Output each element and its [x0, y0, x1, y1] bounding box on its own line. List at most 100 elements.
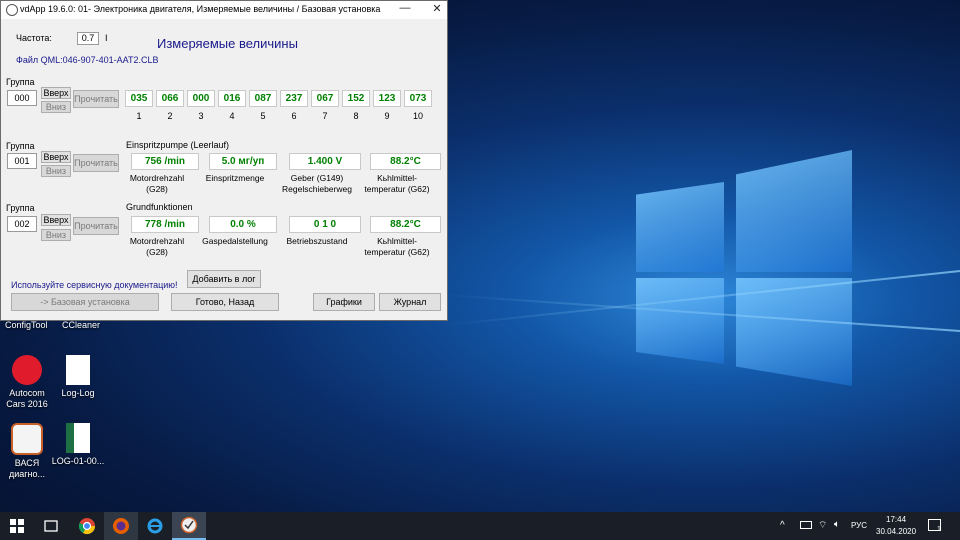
value-index: 1 [136, 111, 142, 121]
group-title: Einspritzpumpe (Leerlauf) [126, 140, 230, 150]
group-up-button[interactable]: Вверх [41, 214, 71, 226]
group-down-button[interactable]: Вниз [41, 229, 71, 241]
value-caption: Gaspedalstellung [202, 236, 268, 246]
measured-value: 087 [249, 90, 277, 107]
vdapp-icon [6, 4, 18, 16]
task-view-button[interactable] [34, 512, 68, 540]
measured-value: 066 [156, 90, 184, 107]
windows-start-icon [10, 519, 24, 533]
desktop-icon-label: LOG-01-00... [51, 456, 105, 466]
add-to-log-button[interactable]: Добавить в лог [187, 270, 261, 288]
clock-time[interactable]: 17:44 [886, 515, 906, 524]
group-down-button[interactable]: Вниз [41, 101, 71, 113]
measured-value: 0.0 % [209, 216, 277, 233]
taskbar: ^ ⌔ 🔈︎ РУС 17:44 30.04.2020 1 [0, 512, 960, 540]
file-label: Файл QML:046-907-401-AAT2.CLB [16, 55, 159, 65]
value-caption: Einspritzmenge [205, 173, 265, 183]
journal-button[interactable]: Журнал [379, 293, 441, 311]
vdapp-window: vdApp 19.6.0: 01- Электроника двигателя,… [0, 0, 448, 321]
value-caption: Betriebszustand [286, 236, 348, 246]
measured-value: 016 [218, 90, 246, 107]
window-titlebar[interactable]: vdApp 19.6.0: 01- Электроника двигателя,… [1, 1, 447, 19]
group-label: Группа [6, 77, 35, 87]
value-index: 4 [229, 111, 235, 121]
close-button[interactable]: ✕ [429, 2, 445, 15]
measured-value: 035 [125, 90, 153, 107]
group-title: Grundfunktionen [126, 202, 193, 212]
group-number-input[interactable]: 000 [7, 90, 37, 106]
input-language[interactable]: РУС [851, 521, 867, 530]
value-index: 8 [353, 111, 359, 121]
desktop-icon-log-excel[interactable]: LOG-01-00... [43, 423, 113, 467]
group-up-button[interactable]: Вверх [41, 87, 71, 99]
measured-value: 152 [342, 90, 370, 107]
value-index: 6 [291, 111, 297, 121]
taskbar-chrome[interactable] [70, 512, 104, 540]
value-index: 3 [198, 111, 204, 121]
value-index: 5 [260, 111, 266, 121]
windows-logo-pane-bl [636, 278, 724, 364]
text-file-icon [66, 355, 90, 385]
start-button[interactable] [0, 512, 34, 540]
basic-setting-button[interactable]: -> Базовая установка [11, 293, 159, 311]
measured-value: 237 [280, 90, 308, 107]
measured-value: 123 [373, 90, 401, 107]
value-index: 10 [412, 111, 423, 121]
measured-value: 88.2°C [370, 153, 441, 170]
group-up-button[interactable]: Вверх [41, 151, 71, 163]
firefox-icon [113, 518, 129, 534]
autocom-icon [12, 355, 42, 385]
taskbar-vdapp[interactable] [172, 512, 206, 540]
measured-value: 067 [311, 90, 339, 107]
desktop-icon-label: Log-Log [61, 388, 95, 398]
read-button[interactable]: Прочитать [73, 90, 119, 108]
value-caption: Kьhlmittel- temperatur (G62) [364, 173, 430, 194]
measured-value: 0 1 0 [289, 216, 361, 233]
windows-logo-pane-br [736, 278, 852, 386]
measured-value: 778 /min [131, 216, 199, 233]
chrome-icon [78, 518, 96, 535]
window-title: vdApp 19.6.0: 01- Электроника двигателя,… [20, 4, 381, 14]
group-label: Группа [6, 203, 35, 213]
value-index: 9 [384, 111, 390, 121]
measured-value: 000 [187, 90, 215, 107]
chevron-up-icon[interactable]: ^ [780, 520, 785, 531]
windows-logo-pane-tl [636, 182, 724, 272]
group-number-input[interactable]: 001 [7, 153, 37, 169]
clock-date[interactable]: 30.04.2020 [876, 527, 916, 536]
desktop-label-ccleaner[interactable]: CCleaner [62, 320, 100, 330]
graphs-button[interactable]: Графики [313, 293, 375, 311]
service-notice: Используйте сервисную документацию! [11, 280, 178, 290]
network-icon[interactable]: ⌔ [818, 519, 827, 532]
excel-file-icon [66, 423, 90, 453]
value-index: 2 [167, 111, 173, 121]
read-button[interactable]: Прочитать [73, 154, 119, 172]
taskbar-firefox[interactable] [104, 512, 138, 540]
vdapp-icon [180, 516, 198, 534]
value-caption: Kьhlmittel- temperatur (G62) [364, 236, 430, 257]
measured-value: 1.400 V [289, 153, 361, 170]
measured-value: 5.0 мг/уп [209, 153, 277, 170]
minimize-button[interactable]: — [397, 2, 413, 14]
vasya-icon [11, 423, 43, 455]
read-button[interactable]: Прочитать [73, 217, 119, 235]
value-caption: Motordrehzahl (G28) [129, 173, 185, 194]
measured-value: 88.2°C [370, 216, 441, 233]
group-down-button[interactable]: Вниз [41, 165, 71, 177]
volume-icon[interactable]: 🔈︎ [834, 519, 840, 530]
windows-logo-pane-tr [736, 150, 852, 272]
notification-count: 1 [937, 526, 941, 533]
frequency-label: Частота: [16, 33, 52, 43]
battery-icon[interactable] [800, 521, 812, 529]
frequency-indicator: I [105, 33, 108, 43]
group-label: Группа [6, 141, 35, 151]
ready-back-button[interactable]: Готово, Назад [171, 293, 279, 311]
value-index: 7 [322, 111, 328, 121]
measured-value: 756 /min [131, 153, 199, 170]
taskbar-ie[interactable] [138, 512, 172, 540]
group-number-input[interactable]: 002 [7, 216, 37, 232]
measured-value: 073 [404, 90, 432, 107]
desktop-icon-loglog[interactable]: Log-Log [43, 355, 113, 399]
page-heading: Измеряемые величины [157, 36, 298, 51]
desktop-label-configtool[interactable]: ConfigTool [5, 320, 48, 330]
